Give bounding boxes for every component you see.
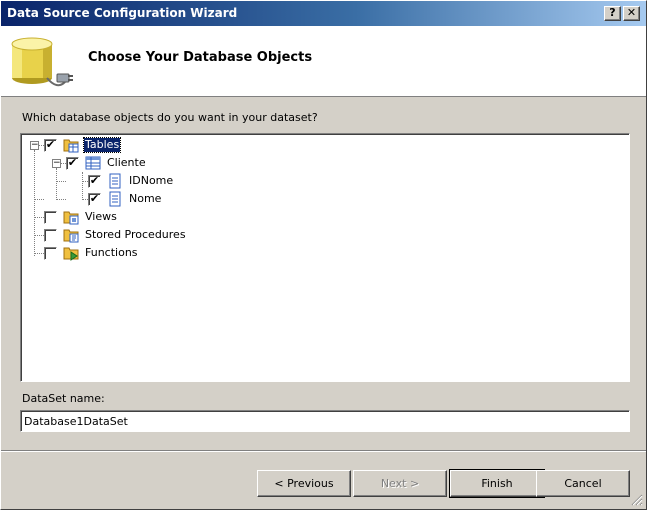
stored-procedures-checkbox[interactable] — [44, 229, 57, 242]
tables-collapse-toggle[interactable]: − — [30, 141, 39, 150]
nome-checkbox[interactable]: ✔ — [88, 193, 101, 206]
tree-connector — [34, 253, 44, 254]
tree-connector — [34, 199, 44, 200]
tables-folder-icon — [63, 139, 79, 153]
tree-connector — [56, 168, 57, 200]
cliente-checkbox[interactable]: ✔ — [66, 157, 79, 170]
window-title: Data Source Configuration Wizard — [7, 6, 238, 20]
tree-item-idnome[interactable]: IDNome — [129, 174, 173, 188]
cancel-button[interactable]: Cancel — [536, 470, 630, 497]
footer-separator — [1, 450, 646, 452]
procedures-folder-icon — [63, 229, 79, 243]
views-folder-icon — [63, 211, 79, 225]
database-plug-icon — [11, 37, 73, 87]
tree-item-stored-procedures[interactable]: Stored Procedures — [85, 228, 186, 242]
tables-checkbox[interactable]: ✔ — [44, 139, 57, 152]
page-title: Choose Your Database Objects — [88, 50, 313, 65]
resize-grip-icon[interactable] — [631, 494, 643, 506]
cliente-collapse-toggle[interactable]: − — [52, 159, 61, 168]
dataset-name-input[interactable] — [20, 410, 630, 432]
dataset-name-label: DataSet name: — [22, 392, 105, 405]
tree-item-cliente[interactable]: Cliente — [107, 156, 146, 170]
views-checkbox[interactable] — [44, 211, 57, 224]
tree-connector — [34, 235, 44, 236]
title-bar[interactable]: Data Source Configuration Wizard ? ✕ — [1, 1, 646, 26]
tree-item-tables[interactable]: Tables — [82, 137, 122, 153]
tree-connector — [82, 172, 83, 200]
idnome-checkbox[interactable]: ✔ — [88, 175, 101, 188]
help-button[interactable]: ? — [604, 6, 621, 21]
objects-prompt: Which database objects do you want in yo… — [22, 111, 318, 124]
column-icon — [109, 191, 121, 207]
tree-item-functions[interactable]: Functions — [85, 246, 138, 260]
next-button[interactable]: Next > — [353, 470, 447, 497]
tree-item-nome[interactable]: Nome — [129, 192, 161, 206]
functions-checkbox[interactable] — [44, 247, 57, 260]
table-icon — [85, 156, 101, 170]
tree-connector — [56, 199, 66, 200]
close-button[interactable]: ✕ — [623, 6, 640, 21]
tree-connector — [34, 150, 35, 256]
wizard-header: Choose Your Database Objects — [1, 26, 646, 97]
wizard-window: Data Source Configuration Wizard ? ✕ Cho… — [0, 0, 647, 510]
tree-item-views[interactable]: Views — [85, 210, 117, 224]
database-objects-tree[interactable]: − ✔ Tables − ✔ Cliente ✔ IDNome ✔ Nome V… — [20, 133, 630, 382]
column-icon — [109, 173, 121, 189]
tree-connector — [34, 217, 44, 218]
previous-button[interactable]: < Previous — [257, 470, 351, 497]
finish-button[interactable]: Finish — [449, 469, 545, 498]
tree-connector — [56, 181, 66, 182]
functions-folder-icon — [63, 247, 79, 261]
